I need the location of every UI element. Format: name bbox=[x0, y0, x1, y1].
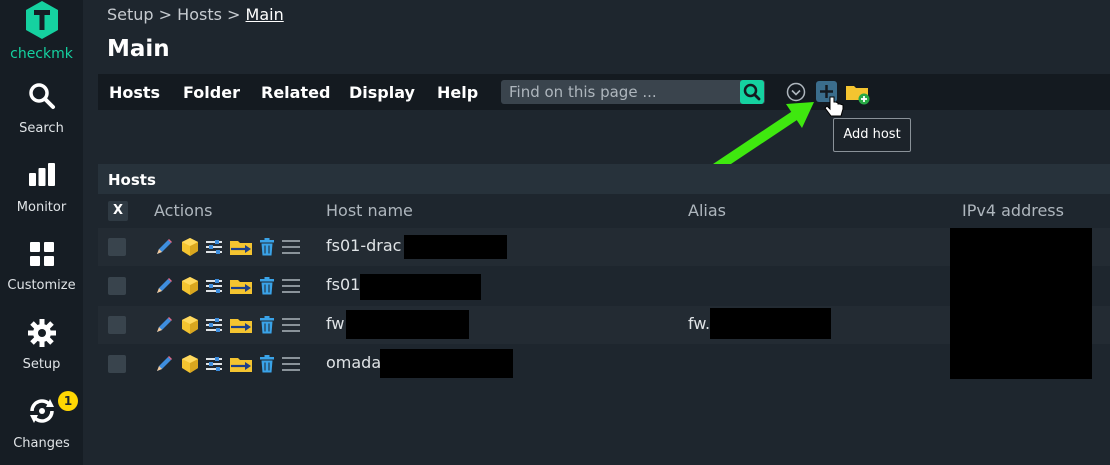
parameters-icon[interactable] bbox=[204, 237, 224, 257]
edit-pencil-icon[interactable] bbox=[154, 315, 174, 335]
host-name-link[interactable]: omada bbox=[326, 353, 381, 372]
delete-trash-icon[interactable] bbox=[257, 315, 277, 335]
redacted-host-name bbox=[404, 235, 507, 259]
breadcrumb-separator: > bbox=[158, 5, 173, 24]
redacted-host-name bbox=[346, 310, 469, 339]
edit-pencil-icon[interactable] bbox=[154, 276, 174, 296]
sidebar: checkmk Search Monitor Customize Setup 1… bbox=[0, 0, 83, 465]
menu-icon[interactable] bbox=[281, 237, 301, 257]
move-to-folder-icon[interactable] bbox=[229, 315, 253, 335]
column-ipv4-address[interactable]: IPv4 address bbox=[962, 201, 1064, 220]
delete-trash-icon[interactable] bbox=[257, 237, 277, 257]
menu-icon[interactable] bbox=[281, 354, 301, 374]
host-name-link[interactable]: fs01 bbox=[326, 275, 360, 294]
search-input[interactable] bbox=[509, 83, 739, 101]
menu-hosts[interactable]: Hosts bbox=[109, 83, 160, 102]
customize-icon bbox=[30, 242, 54, 266]
search-icon bbox=[29, 83, 55, 109]
sidebar-item-label: Search bbox=[19, 121, 64, 136]
page-title: Main bbox=[107, 36, 170, 62]
services-cube-icon[interactable] bbox=[180, 315, 200, 335]
redacted-host-name bbox=[360, 274, 481, 300]
menu-related[interactable]: Related bbox=[261, 83, 330, 102]
breadcrumb-main[interactable]: Main bbox=[246, 5, 284, 24]
logo-text: checkmk bbox=[10, 46, 73, 62]
hosts-table-title: Hosts bbox=[108, 171, 156, 189]
row-checkbox[interactable] bbox=[108, 355, 126, 373]
monitor-icon bbox=[29, 163, 55, 186]
move-to-folder-icon[interactable] bbox=[229, 276, 253, 296]
parameters-icon[interactable] bbox=[204, 315, 224, 335]
host-alias: fw. bbox=[688, 314, 711, 333]
row-checkbox[interactable] bbox=[108, 316, 126, 334]
sidebar-item-label: Setup bbox=[22, 357, 61, 372]
parameters-icon[interactable] bbox=[204, 354, 224, 374]
checkmk-logo-icon bbox=[26, 1, 58, 39]
menu-icon[interactable] bbox=[281, 315, 301, 335]
menu-icon[interactable] bbox=[281, 276, 301, 296]
column-alias[interactable]: Alias bbox=[688, 201, 726, 220]
services-cube-icon[interactable] bbox=[180, 237, 200, 257]
breadcrumb: Setup > Hosts > Main bbox=[107, 5, 284, 24]
breadcrumb-separator: > bbox=[227, 5, 241, 24]
redacted-ipv4-block bbox=[950, 228, 1092, 379]
edit-pencil-icon[interactable] bbox=[154, 354, 174, 374]
row-checkbox[interactable] bbox=[108, 277, 126, 295]
sidebar-item-label: Changes bbox=[13, 436, 70, 451]
host-name-link[interactable]: fs01-drac bbox=[326, 236, 401, 255]
add-folder-icon[interactable] bbox=[845, 80, 871, 106]
breadcrumb-setup[interactable]: Setup bbox=[107, 5, 154, 24]
changes-icon bbox=[30, 399, 54, 423]
redacted-alias bbox=[710, 308, 831, 339]
host-name-link[interactable]: fw bbox=[326, 314, 344, 333]
column-host-name[interactable]: Host name bbox=[326, 201, 413, 220]
menu-help[interactable]: Help bbox=[437, 83, 478, 102]
sidebar-item-label: Customize bbox=[7, 278, 76, 293]
move-to-folder-icon[interactable] bbox=[229, 354, 253, 374]
row-checkbox[interactable] bbox=[108, 238, 126, 256]
menu-folder[interactable]: Folder bbox=[183, 83, 240, 102]
parameters-icon[interactable] bbox=[204, 276, 224, 296]
delete-trash-icon[interactable] bbox=[257, 276, 277, 296]
add-host-tooltip: Add host bbox=[833, 118, 911, 152]
services-cube-icon[interactable] bbox=[180, 354, 200, 374]
hosts-table-header-bar bbox=[98, 164, 1110, 194]
changes-count-badge: 1 bbox=[58, 391, 78, 411]
toggle-all-checkbox[interactable]: X bbox=[108, 201, 128, 221]
move-to-folder-icon[interactable] bbox=[229, 237, 253, 257]
column-actions: Actions bbox=[154, 201, 213, 220]
menu-display[interactable]: Display bbox=[349, 83, 415, 102]
redacted-host-name bbox=[380, 349, 513, 378]
services-cube-icon[interactable] bbox=[180, 276, 200, 296]
delete-trash-icon[interactable] bbox=[257, 354, 277, 374]
breadcrumb-hosts[interactable]: Hosts bbox=[177, 5, 222, 24]
sidebar-item-label: Monitor bbox=[16, 200, 67, 215]
edit-pencil-icon[interactable] bbox=[154, 237, 174, 257]
gear-icon bbox=[28, 319, 56, 347]
